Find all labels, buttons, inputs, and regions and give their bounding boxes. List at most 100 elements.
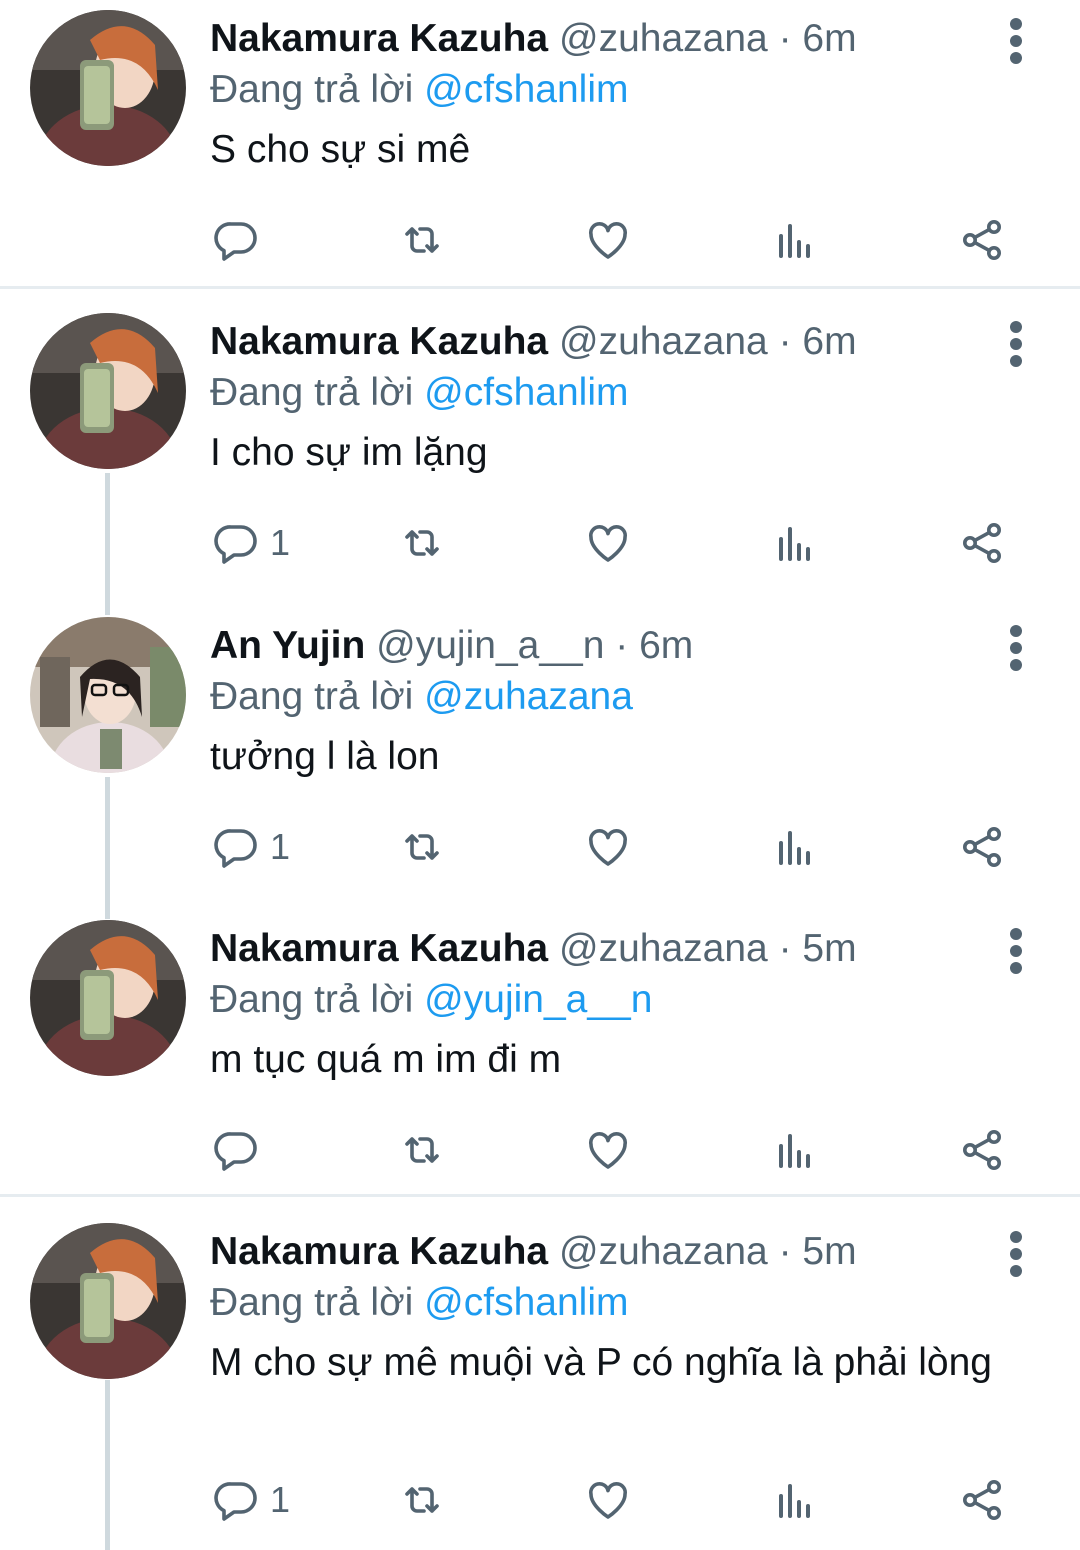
like-icon	[589, 222, 627, 259]
retweet-icon	[405, 834, 439, 860]
retweet-button[interactable]	[398, 210, 458, 270]
share-icon	[963, 220, 1001, 260]
tweet-text: S cho sự si mê	[210, 128, 471, 171]
tweet[interactable]: An Yujin @yujin_a__n · 6m Đang trả lời @…	[0, 607, 1080, 907]
retweet-button[interactable]	[398, 513, 458, 573]
author-name[interactable]: An Yujin	[210, 624, 365, 667]
reply-count: 1	[270, 522, 291, 563]
replying-to-label: Đang trả lời	[210, 978, 414, 1021]
like-icon	[589, 525, 627, 562]
reply-button[interactable]: 1	[212, 513, 312, 573]
author-handle[interactable]: @zuhazana	[559, 927, 768, 970]
action-bar	[0, 1120, 1080, 1180]
share-button[interactable]	[958, 1120, 1018, 1180]
tweet[interactable]: Nakamura Kazuha @zuhazana · 6m Đang trả …	[0, 303, 1080, 603]
share-button[interactable]	[958, 1470, 1018, 1530]
tweet-header: An Yujin @yujin_a__n · 6m	[210, 623, 693, 669]
share-icon	[963, 1480, 1001, 1520]
author-name[interactable]: Nakamura Kazuha	[210, 927, 548, 970]
replying-to-handle[interactable]: @cfshanlim	[424, 1281, 628, 1324]
author-name[interactable]: Nakamura Kazuha	[210, 320, 548, 363]
views-button[interactable]	[771, 817, 831, 877]
author-handle[interactable]: @zuhazana	[559, 1230, 768, 1273]
views-icon	[779, 224, 810, 258]
avatar[interactable]	[30, 617, 186, 773]
divider	[0, 286, 1080, 289]
separator-dot: ·	[778, 1230, 792, 1273]
reply-icon	[214, 829, 257, 868]
divider	[0, 1194, 1080, 1197]
tweet-header: Nakamura Kazuha @zuhazana · 6m	[210, 16, 857, 62]
reply-icon	[214, 525, 257, 564]
tweet[interactable]: Nakamura Kazuha @zuhazana · 5m Đang trả …	[0, 910, 1080, 1195]
retweet-icon	[405, 530, 439, 556]
reply-count: 1	[270, 1479, 291, 1520]
avatar[interactable]	[30, 313, 186, 469]
avatar[interactable]	[30, 920, 186, 1076]
timestamp[interactable]: 5m	[802, 1230, 856, 1273]
retweet-button[interactable]	[398, 1120, 458, 1180]
timestamp[interactable]: 6m	[639, 624, 693, 667]
views-button[interactable]	[771, 210, 831, 270]
author-handle[interactable]: @yujin_a__n	[376, 624, 604, 667]
reply-icon	[214, 222, 257, 261]
tweet-text: M cho sự mê muội và P có nghĩa là phải l…	[210, 1341, 992, 1384]
replying-to-handle[interactable]: @cfshanlim	[424, 68, 628, 111]
timestamp[interactable]: 5m	[802, 927, 856, 970]
retweet-button[interactable]	[398, 1470, 458, 1530]
views-icon	[779, 831, 810, 865]
timestamp[interactable]: 6m	[802, 17, 856, 60]
tweet[interactable]: Nakamura Kazuha @zuhazana · 5m Đang trả …	[0, 1213, 1080, 1550]
share-button[interactable]	[958, 513, 1018, 573]
more-icon[interactable]	[1000, 926, 1034, 976]
like-button[interactable]	[584, 210, 644, 270]
author-handle[interactable]: @zuhazana	[559, 17, 768, 60]
views-button[interactable]	[771, 1470, 831, 1530]
more-icon[interactable]	[1000, 319, 1034, 369]
retweet-button[interactable]	[398, 817, 458, 877]
share-icon	[963, 1130, 1001, 1170]
action-bar	[0, 210, 1080, 270]
views-button[interactable]	[771, 513, 831, 573]
replying-to: Đang trả lời @zuhazana	[210, 673, 633, 721]
retweet-icon	[405, 227, 439, 253]
like-button[interactable]	[584, 817, 644, 877]
views-button[interactable]	[771, 1120, 831, 1180]
action-bar: 1	[0, 1470, 1080, 1530]
tweet[interactable]: Nakamura Kazuha @zuhazana · 6m Đang trả …	[0, 0, 1080, 285]
replying-to-handle[interactable]: @zuhazana	[424, 675, 633, 718]
views-icon	[779, 1484, 810, 1518]
retweet-icon	[405, 1137, 439, 1163]
more-icon[interactable]	[1000, 16, 1034, 66]
separator-dot: ·	[778, 17, 792, 60]
author-handle[interactable]: @zuhazana	[559, 320, 768, 363]
tweet-header: Nakamura Kazuha @zuhazana · 5m	[210, 1229, 857, 1275]
reply-button[interactable]	[212, 1120, 312, 1180]
tweet-text: I cho sự im lặng	[210, 431, 488, 474]
like-icon	[589, 1132, 627, 1169]
reply-button[interactable]: 1	[212, 817, 312, 877]
replying-to-handle[interactable]: @yujin_a__n	[424, 978, 652, 1021]
like-button[interactable]	[584, 1470, 644, 1530]
separator-dot: ·	[615, 624, 629, 667]
share-icon	[963, 827, 1001, 867]
more-icon[interactable]	[1000, 623, 1034, 673]
reply-icon	[214, 1482, 257, 1521]
share-button[interactable]	[958, 817, 1018, 877]
like-icon	[589, 829, 627, 866]
share-button[interactable]	[958, 210, 1018, 270]
author-name[interactable]: Nakamura Kazuha	[210, 1230, 548, 1273]
timestamp[interactable]: 6m	[802, 320, 856, 363]
avatar[interactable]	[30, 1223, 186, 1379]
replying-to-handle[interactable]: @cfshanlim	[424, 371, 628, 414]
like-button[interactable]	[584, 513, 644, 573]
tweet-header: Nakamura Kazuha @zuhazana · 5m	[210, 926, 857, 972]
avatar[interactable]	[30, 10, 186, 166]
author-name[interactable]: Nakamura Kazuha	[210, 17, 548, 60]
views-icon	[779, 527, 810, 561]
reply-button[interactable]	[212, 210, 312, 270]
like-icon	[589, 1482, 627, 1519]
more-icon[interactable]	[1000, 1229, 1034, 1279]
reply-button[interactable]: 1	[212, 1470, 312, 1530]
like-button[interactable]	[584, 1120, 644, 1180]
